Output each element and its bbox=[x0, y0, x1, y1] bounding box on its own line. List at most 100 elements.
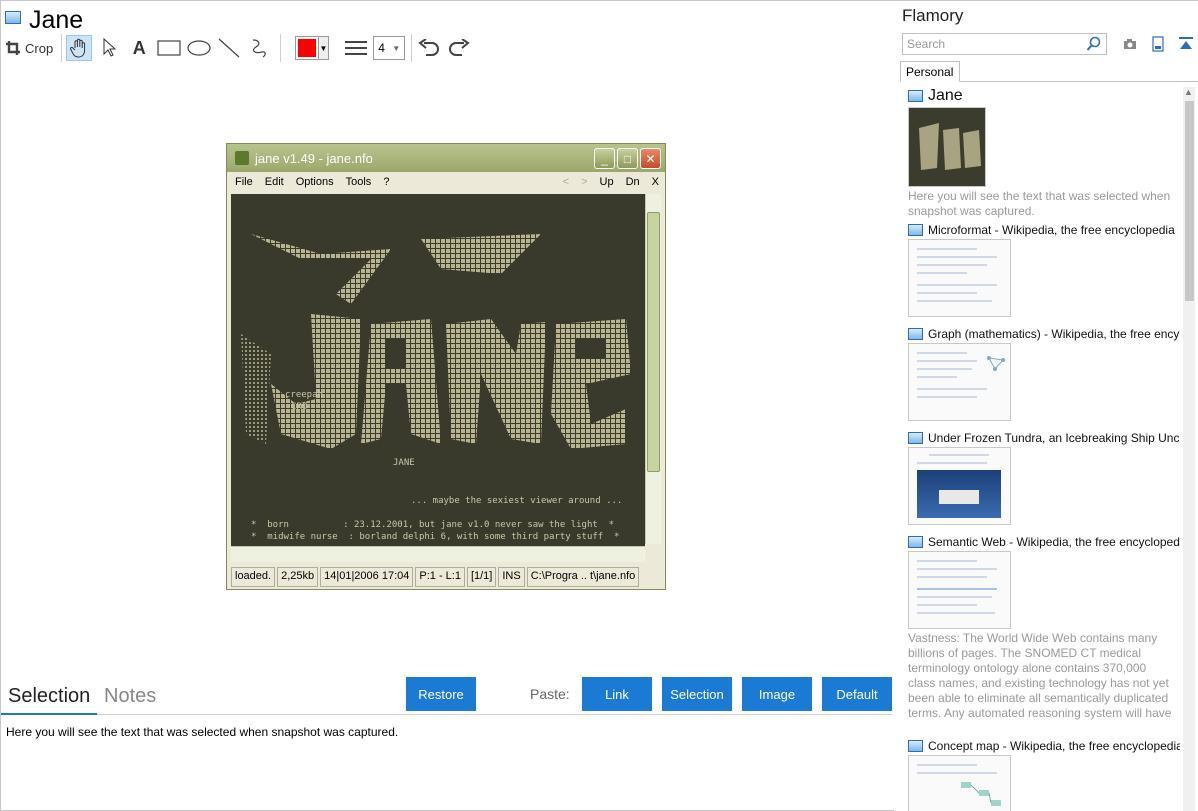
nav-next: > bbox=[581, 176, 588, 188]
freehand-tool-button[interactable] bbox=[246, 35, 272, 61]
list-item-thumbnail bbox=[908, 343, 1011, 421]
paste-link-button[interactable]: Link bbox=[582, 677, 652, 711]
nav-up: Up bbox=[599, 176, 614, 188]
list-item-title: Under Frozen Tundra, an Icebreaking Ship… bbox=[928, 431, 1180, 445]
line-icon bbox=[218, 38, 240, 58]
jane-ascii-logo bbox=[241, 234, 631, 449]
line-tool-button[interactable] bbox=[216, 35, 242, 61]
list-item-title: Graph (mathematics) - Wikipedia, the fre… bbox=[928, 327, 1180, 341]
sidebar-actions bbox=[1120, 35, 1198, 53]
tab-personal[interactable]: Personal bbox=[900, 61, 960, 82]
list-item-title: Semantic Web - Wikipedia, the free encyc… bbox=[928, 535, 1180, 549]
app-window: Jane Crop A ▼ 4 ▼ jane v1.49 - jane.nfo … bbox=[0, 0, 1198, 811]
status-page: [1/1] bbox=[466, 567, 497, 587]
redo-icon bbox=[449, 39, 470, 56]
document-icon[interactable] bbox=[1148, 35, 1168, 53]
menu-tools: Tools bbox=[345, 176, 372, 188]
restore-button[interactable]: Restore bbox=[406, 677, 476, 711]
collapse-icon[interactable] bbox=[1176, 35, 1196, 53]
close-icon: ✕ bbox=[640, 148, 661, 169]
snapshot-icon bbox=[5, 10, 21, 24]
tab-notes[interactable]: Notes bbox=[104, 685, 156, 708]
crop-button[interactable]: Crop bbox=[5, 35, 53, 61]
search-input[interactable]: Search bbox=[902, 33, 1107, 55]
snapshot-status-bar: loaded. 2,25kb 14|01|2006 17:04 P:1 - L:… bbox=[231, 567, 661, 587]
list-item[interactable]: Graph (mathematics) - Wikipedia, the fre… bbox=[908, 327, 1180, 421]
hand-tool-button[interactable] bbox=[66, 35, 93, 61]
status-state: loaded. bbox=[231, 567, 276, 587]
crop-icon bbox=[6, 41, 20, 55]
sidebar-scrollbar[interactable]: ▲ bbox=[1183, 87, 1195, 811]
list-item[interactable]: Under Frozen Tundra, an Icebreaking Ship… bbox=[908, 431, 1180, 525]
tab-selection[interactable]: Selection bbox=[8, 685, 90, 708]
list-item-title: Concept map - Wikipedia, the free encycl… bbox=[928, 739, 1180, 753]
bottom-tab-bar: Selection Notes Restore Paste: Link Sele… bbox=[1, 677, 894, 715]
tab-divider bbox=[1, 714, 892, 715]
list-item-header: Graph (mathematics) - Wikipedia, the fre… bbox=[908, 327, 1180, 341]
search-placeholder: Search bbox=[907, 37, 946, 51]
snapshot-icon bbox=[908, 90, 923, 102]
list-item-header: Concept map - Wikipedia, the free encycl… bbox=[908, 739, 1180, 753]
pointer-icon bbox=[103, 38, 117, 57]
snapshot-menu-bar: File Edit Options Tools ? < > Up Dn X bbox=[227, 172, 665, 192]
main-pane: Jane Crop A ▼ 4 ▼ jane v1.49 - jane.nfo … bbox=[1, 1, 894, 811]
toolbar-divider bbox=[411, 34, 413, 62]
line-width-icon bbox=[343, 35, 369, 61]
status-mode: INS bbox=[498, 567, 525, 587]
minimize-icon: _ bbox=[594, 148, 615, 169]
list-item[interactable]: Concept map - Wikipedia, the free encycl… bbox=[908, 739, 1180, 811]
undo-button[interactable] bbox=[416, 35, 442, 61]
line-width-value: 4 bbox=[378, 41, 385, 55]
select-tool-button[interactable] bbox=[96, 35, 122, 61]
redo-button[interactable] bbox=[446, 35, 472, 61]
search-icon[interactable] bbox=[1086, 36, 1102, 52]
list-item-thumbnail bbox=[908, 239, 1011, 317]
title-row: Jane bbox=[5, 5, 83, 35]
list-item-title: Jane bbox=[928, 87, 963, 104]
list-item[interactable]: Jane Here you will see the text that was… bbox=[908, 87, 1180, 219]
camera-icon[interactable] bbox=[1120, 35, 1140, 53]
active-tab-indicator bbox=[1, 713, 97, 715]
nav-down: Dn bbox=[625, 176, 640, 188]
snapshot-list: Jane Here you will see the text that was… bbox=[908, 87, 1180, 811]
nav-buttons: < > Up Dn X bbox=[557, 176, 665, 188]
scroll-up-icon[interactable]: ▲ bbox=[1184, 87, 1193, 97]
list-item-header: Under Frozen Tundra, an Icebreaking Ship… bbox=[908, 431, 1180, 445]
list-item-header: Semantic Web - Wikipedia, the free encyc… bbox=[908, 535, 1180, 549]
text-tool-icon: A bbox=[132, 37, 146, 58]
hand-icon bbox=[70, 38, 86, 58]
snapshot-image[interactable]: jane v1.49 - jane.nfo _ □ ✕ File Edit Op… bbox=[226, 143, 666, 590]
toolbar-divider bbox=[61, 34, 63, 62]
sidebar-title: Flamory bbox=[902, 6, 964, 25]
snapshot-window-titlebar: jane v1.49 - jane.nfo _ □ ✕ bbox=[227, 144, 665, 172]
rectangle-tool-button[interactable] bbox=[156, 35, 182, 61]
freehand-icon bbox=[253, 39, 266, 58]
window-controls: _ □ ✕ bbox=[592, 148, 661, 169]
nfo-content: creepah CRO JANE ... maybe the sexiest v… bbox=[231, 194, 645, 562]
paste-default-button[interactable]: Default bbox=[822, 677, 892, 711]
selection-text[interactable]: Here you will see the text that was sele… bbox=[6, 725, 398, 739]
snapshot-window-title: jane v1.49 - jane.nfo bbox=[255, 150, 373, 166]
list-item[interactable]: Microformat - Wikipedia, the free encycl… bbox=[908, 223, 1180, 317]
nfo-credit-2: CRO bbox=[291, 402, 308, 412]
line-width-select[interactable]: 4 ▼ bbox=[373, 36, 406, 60]
nfo-line-1: * born : 23.12.2001, but jane v1.0 never… bbox=[251, 520, 615, 530]
list-item-thumbnail bbox=[908, 551, 1011, 629]
scrollbar-thumb[interactable] bbox=[1185, 101, 1194, 301]
ellipse-tool-button[interactable] bbox=[186, 35, 212, 61]
chevron-down-icon[interactable]: ▼ bbox=[317, 37, 329, 59]
snapshot-icon bbox=[908, 432, 923, 444]
list-item-header: Microformat - Wikipedia, the free encycl… bbox=[908, 223, 1180, 237]
paste-image-button[interactable]: Image bbox=[742, 677, 812, 711]
toolbar-divider bbox=[280, 34, 282, 62]
nfo-line-2: * midwife nurse : borland delphi 6, with… bbox=[251, 532, 620, 542]
color-picker[interactable]: ▼ bbox=[295, 36, 330, 60]
list-item[interactable]: Semantic Web - Wikipedia, the free encyc… bbox=[908, 535, 1180, 723]
paste-selection-button[interactable]: Selection bbox=[662, 677, 732, 711]
list-item-thumbnail bbox=[908, 107, 986, 187]
menu-file: File bbox=[235, 176, 253, 188]
crop-label: Crop bbox=[25, 40, 54, 56]
maximize-icon: □ bbox=[617, 148, 638, 169]
snapshot-icon bbox=[908, 224, 923, 236]
text-tool-button[interactable]: A bbox=[126, 35, 152, 61]
